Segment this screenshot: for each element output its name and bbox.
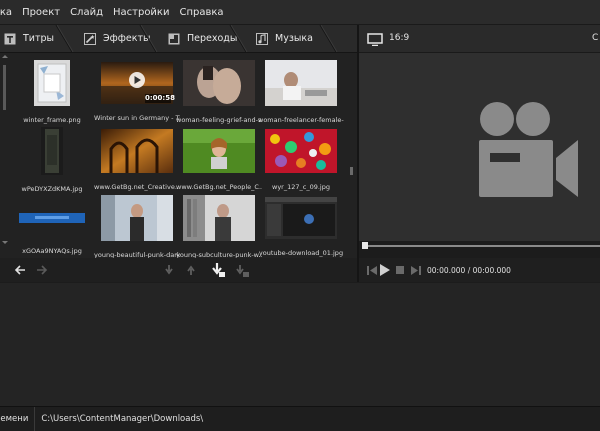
move-down-icon[interactable] <box>164 264 174 276</box>
playback-timecode: 00:00.000 / 00:00.000 <box>427 266 511 275</box>
thumbnail <box>101 129 173 173</box>
text-icon <box>4 33 16 45</box>
scroll-thumb[interactable] <box>350 167 353 175</box>
storyboard-area[interactable] <box>0 283 600 406</box>
current-folder-path: C:\Users\ContentManager\Downloads\ <box>41 414 204 424</box>
media-item[interactable]: wyr_127_c_09.jpg <box>258 129 344 191</box>
back-arrow-icon[interactable] <box>14 264 26 276</box>
tab-music-label: Музыка <box>275 33 313 44</box>
add-all-icon[interactable] <box>236 264 250 278</box>
playback-controls: 00:00.000 / 00:00.000 <box>359 258 600 282</box>
tool-tabs: Титры Эффекты Переходы Музыка <box>0 25 358 53</box>
media-filename: youtube-download_01.jpg <box>258 249 344 257</box>
status-bar: времени C:\Users\ContentManager\Download… <box>0 406 600 431</box>
skip-forward-icon[interactable] <box>411 266 421 275</box>
video-preview <box>359 25 600 241</box>
media-filename: www.GetBg.net_People_C... <box>176 183 262 191</box>
menu-bar: вка Проект Слайд Настройки Справка <box>0 0 600 25</box>
magic-wand-icon <box>84 32 96 45</box>
thumbnail <box>34 60 70 106</box>
preview-header-right-text: С <box>592 33 599 43</box>
thumbnail <box>101 195 173 241</box>
tab-separator <box>55 25 74 52</box>
preview-header: 16:9 С <box>359 25 600 53</box>
add-to-timeline-icon[interactable] <box>212 262 226 278</box>
media-filename: www.GetBg.net_Creative... <box>94 183 180 191</box>
forward-arrow-icon[interactable] <box>36 264 48 276</box>
thumbnail <box>183 60 255 106</box>
tab-music[interactable]: Музыка <box>256 25 313 52</box>
thumbnail <box>183 195 255 241</box>
thumbnail <box>265 60 337 106</box>
seek-handle[interactable] <box>362 242 368 249</box>
thumbnail <box>19 213 85 223</box>
preview-seekbar[interactable] <box>363 245 600 247</box>
tab-separator <box>229 25 248 52</box>
media-item[interactable]: 0:00:58 Winter sun in Germany - Ti... <box>94 62 180 122</box>
scroll-up-arrow-icon[interactable] <box>2 55 8 58</box>
menu-item-settings[interactable]: Настройки <box>113 7 169 18</box>
scroll-thumb[interactable] <box>3 65 6 110</box>
media-filename: woman-feeling-grief-and-s... <box>176 116 262 124</box>
tab-titles-label: Титры <box>23 33 55 44</box>
move-up-icon[interactable] <box>186 264 196 276</box>
media-filename: winter_frame.png <box>23 116 81 124</box>
monitor-icon[interactable] <box>367 33 383 46</box>
media-item[interactable]: woman-feeling-grief-and-s... <box>176 60 262 124</box>
tab-titles[interactable]: Титры <box>4 25 54 52</box>
media-filename: Winter sun in Germany - Ti... <box>94 114 180 122</box>
video-camera-icon <box>479 102 578 197</box>
thumbnail <box>265 129 337 173</box>
thumbnail <box>183 129 255 173</box>
menu-item-project[interactable]: Проект <box>22 7 60 18</box>
thumbnail <box>41 127 63 175</box>
media-item[interactable]: wPeDYXZdKMA.jpg <box>9 127 95 193</box>
transition-icon <box>168 33 180 45</box>
media-item[interactable]: www.GetBg.net_Creative... <box>94 129 180 191</box>
status-label: времени <box>0 407 36 431</box>
stop-icon[interactable] <box>396 266 404 274</box>
media-item[interactable]: young-subculture-punk-w... <box>176 195 262 259</box>
browser-toolbar <box>0 258 358 282</box>
media-item[interactable]: xGOAa9NYAQs.jpg <box>9 208 95 255</box>
tab-separator <box>319 25 338 52</box>
media-filename: wyr_127_c_09.jpg <box>272 183 330 191</box>
menu-item-slide[interactable]: Слайд <box>70 7 103 18</box>
skip-back-icon[interactable] <box>367 266 377 275</box>
tab-separator <box>139 25 158 52</box>
menu-item-insert[interactable]: вка <box>0 7 12 18</box>
media-item[interactable]: www.GetBg.net_People_C... <box>176 129 262 191</box>
video-duration: 0:00:58 <box>145 94 175 102</box>
aspect-ratio-label[interactable]: 16:9 <box>389 33 409 43</box>
media-filename: woman-freelancer-female-... <box>258 116 344 124</box>
music-note-icon <box>256 32 268 45</box>
scroll-down-arrow-icon[interactable] <box>2 241 8 244</box>
media-item[interactable]: young-beautiful-punk-dark... <box>94 195 180 259</box>
tab-transitions[interactable]: Переходы <box>168 25 237 52</box>
menu-item-help[interactable]: Справка <box>179 7 223 18</box>
media-item[interactable]: youtube-download_01.jpg <box>258 197 344 257</box>
left-scrollbar[interactable] <box>1 55 9 245</box>
media-filename: xGOAa9NYAQs.jpg <box>22 247 82 255</box>
media-item[interactable]: woman-freelancer-female-... <box>258 60 344 124</box>
media-item[interactable]: winter_frame.png <box>9 60 95 124</box>
thumbnail <box>265 197 337 239</box>
play-icon[interactable] <box>380 264 390 276</box>
media-filename: wPeDYXZdKMA.jpg <box>21 185 83 193</box>
right-scrollbar[interactable] <box>349 55 355 245</box>
